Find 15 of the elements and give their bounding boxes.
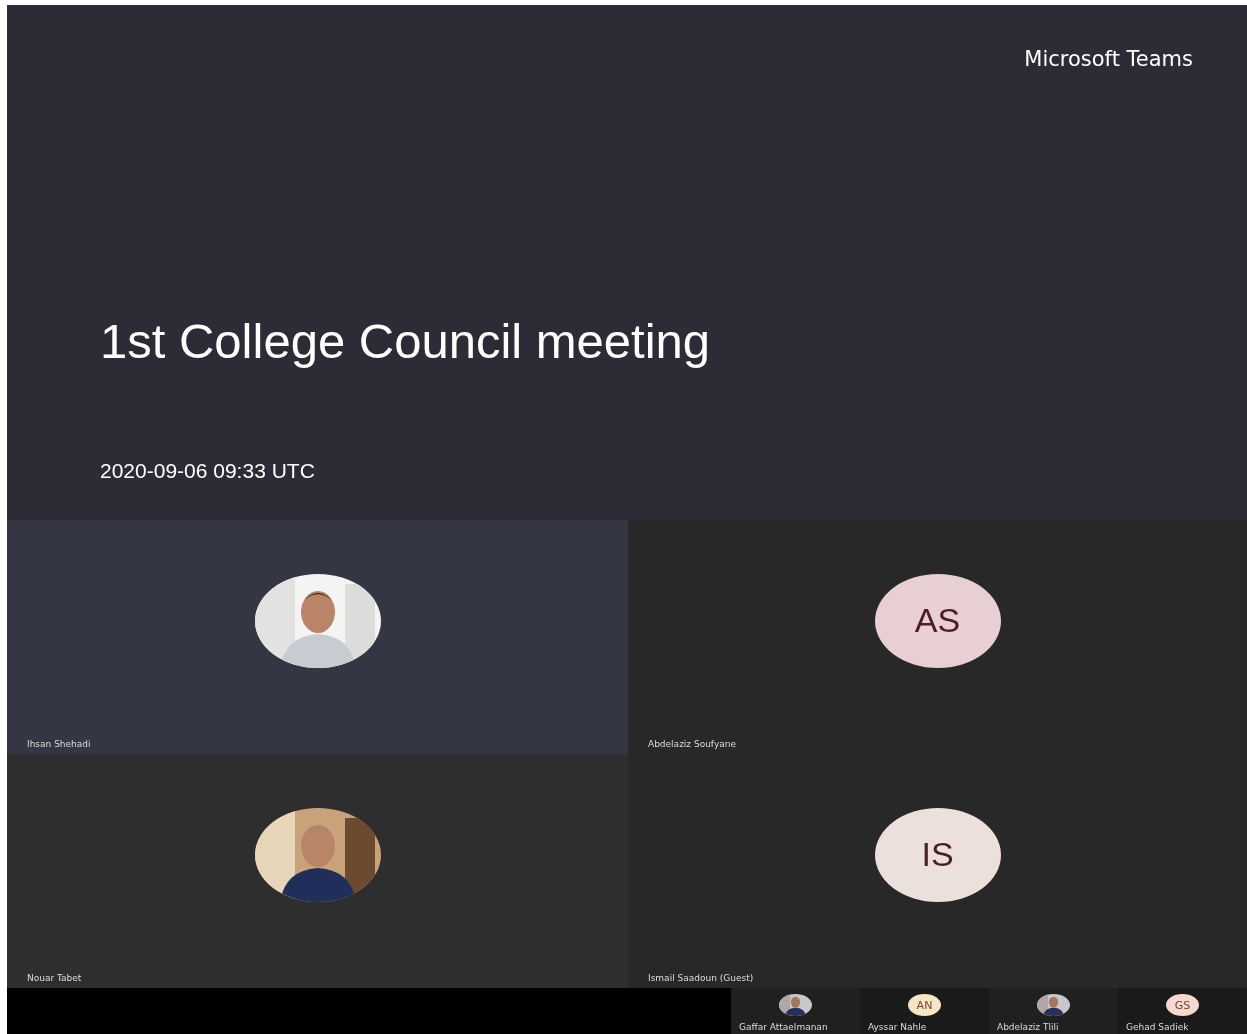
initials-avatar: GS xyxy=(1166,994,1199,1016)
initials-avatar: IS xyxy=(874,807,1001,902)
meeting-title: 1st College Council meeting xyxy=(100,313,711,369)
participant-name: Gehad Sadiek xyxy=(1125,1022,1190,1034)
participant-name: Abdelaziz Soufyane xyxy=(647,739,737,751)
participant-name: Ismail Saadoun (Guest) xyxy=(647,973,755,985)
app-name: Microsoft Teams xyxy=(1024,47,1193,71)
initials-avatar: AS xyxy=(874,573,1001,668)
initials-avatar: AN xyxy=(908,994,941,1016)
participant-name: Ayssar Nahle xyxy=(867,1022,928,1034)
participant-name: Abdelaziz Tlili xyxy=(996,1022,1060,1034)
participant-name: Gaffar Attaelmanan xyxy=(738,1022,829,1034)
participant-name: Nouar Tabet xyxy=(26,973,83,985)
meeting-timestamp: 2020-09-06 09:33 UTC xyxy=(100,459,315,483)
participant-name: Ihsan Shehadi xyxy=(26,739,92,751)
